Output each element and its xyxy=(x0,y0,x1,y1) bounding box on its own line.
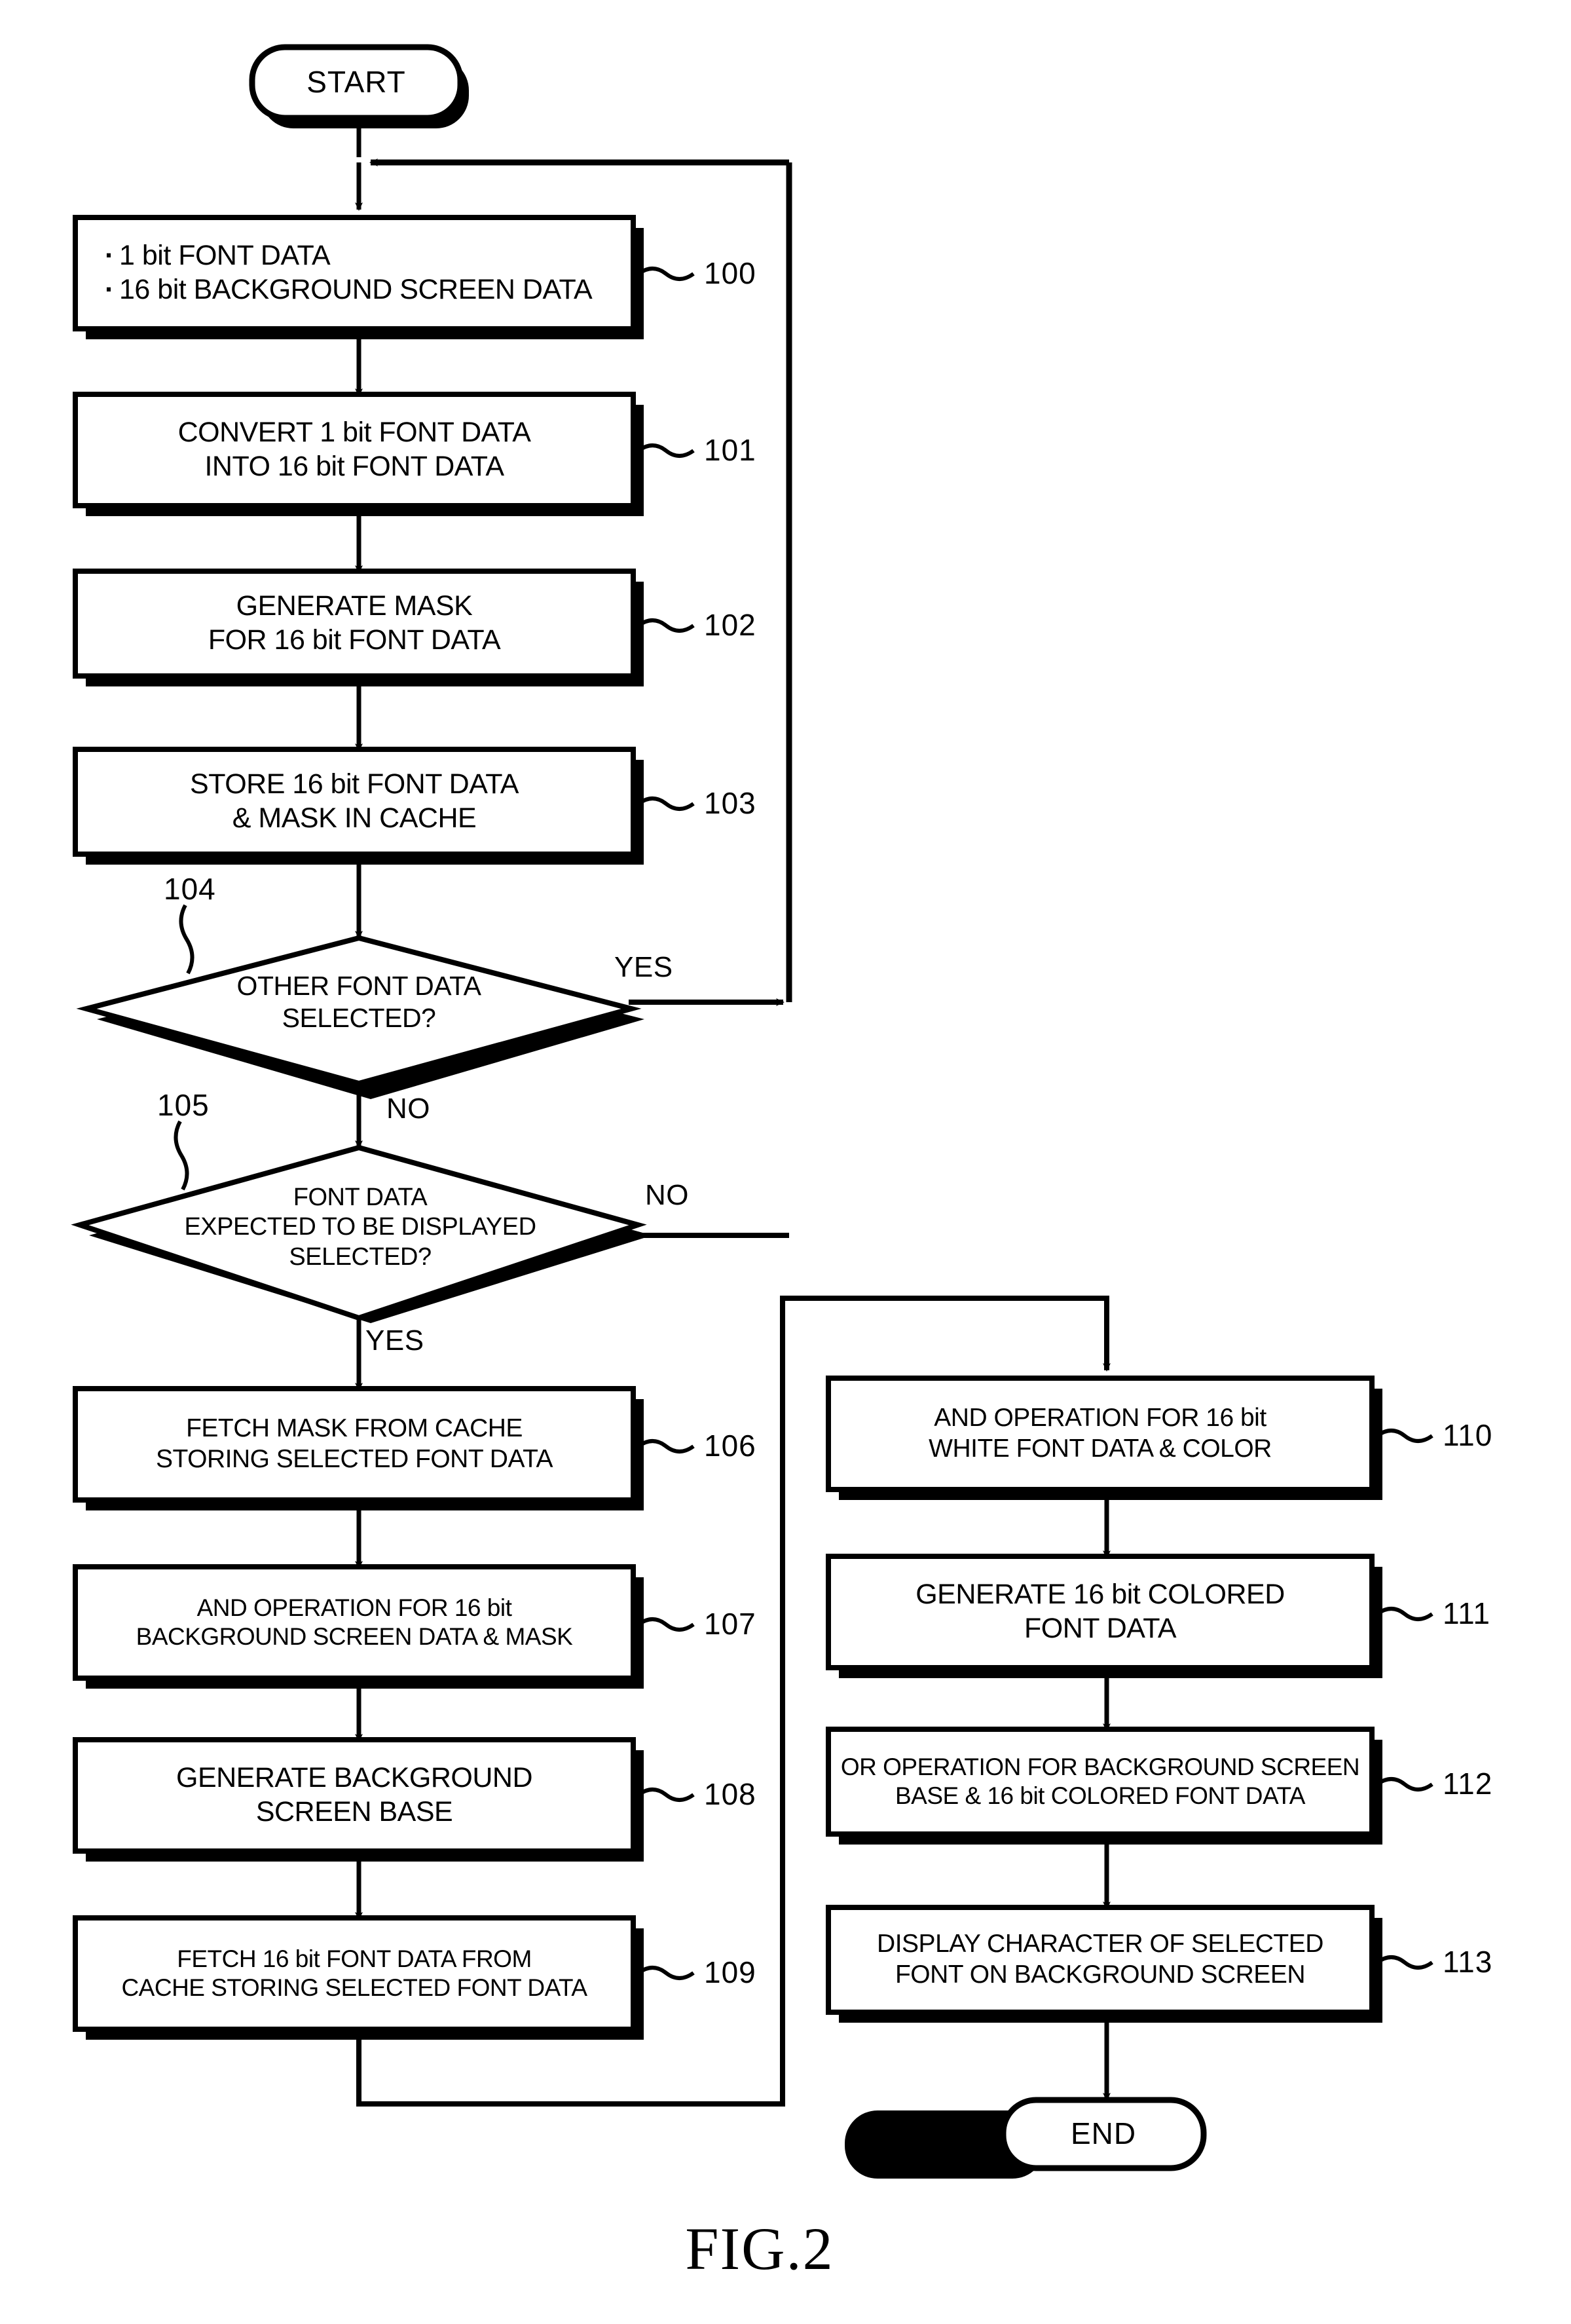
flowchart-page: START 1 bit FONT DATA 16 bit BACKGROUND … xyxy=(0,0,1571,2324)
ref-leaders xyxy=(174,267,1433,1980)
node-shapes xyxy=(71,44,1375,2171)
flowchart-canvas xyxy=(71,44,1433,2179)
node-shadows xyxy=(86,58,1382,2179)
